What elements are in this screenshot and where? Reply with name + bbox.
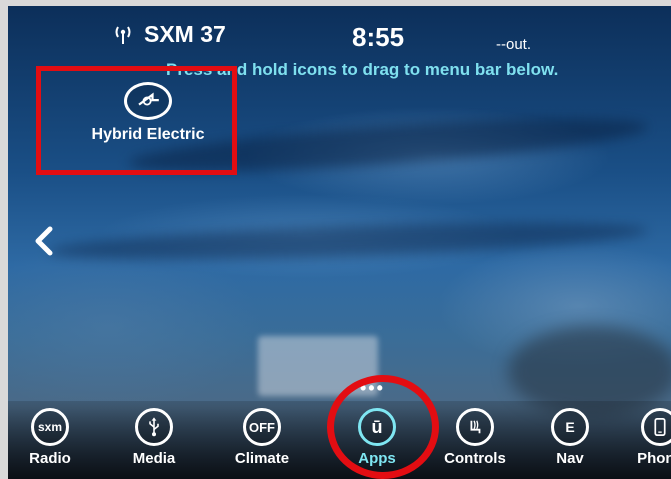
climate-off-icon: OFF [243, 408, 281, 446]
status-bar: SXM 37 8:55 --out. [8, 6, 671, 56]
radio-station[interactable]: SXM 37 [144, 21, 226, 48]
usb-icon [135, 408, 173, 446]
dock-item-climate[interactable]: OFF Climate [222, 408, 302, 467]
chevron-left-icon[interactable] [30, 221, 58, 261]
sxm-icon: sxm [31, 408, 69, 446]
compass-icon: E [551, 408, 589, 446]
dock-label: Phone [637, 450, 671, 467]
dock-item-phone[interactable]: Phone [620, 408, 671, 467]
dock-item-media[interactable]: Media [114, 408, 194, 467]
dock-label: Climate [234, 450, 290, 467]
outside-temperature: --out. [496, 36, 532, 53]
background-streak [47, 215, 649, 267]
dock-label: Radio [29, 450, 71, 467]
annotation-highlight-box [36, 66, 237, 175]
signal-icon [115, 26, 131, 44]
seat-controls-icon [456, 408, 494, 446]
infotainment-screen: SXM 37 8:55 --out. Press and hold icons … [8, 6, 671, 479]
dock-label: Controls [444, 450, 506, 467]
dock-label: Nav [556, 450, 584, 467]
phone-icon [641, 408, 671, 446]
annotation-highlight-circle [327, 375, 439, 479]
dock-item-radio[interactable]: sxm Radio [10, 408, 90, 467]
dock-label: Media [132, 450, 176, 467]
dock-item-nav[interactable]: E Nav [530, 408, 610, 467]
clock: 8:55 [352, 22, 405, 52]
dock-item-controls[interactable]: Controls [435, 408, 515, 467]
